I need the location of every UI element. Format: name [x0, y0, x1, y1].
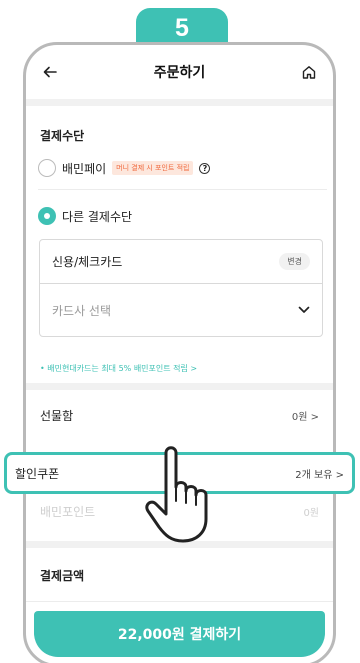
gift-box-label: 선물함 — [40, 409, 74, 423]
card-type-row[interactable]: 신용/체크카드 변경 — [40, 240, 322, 284]
card-company-select[interactable]: 카드사 선택 — [40, 284, 322, 336]
help-icon[interactable]: ? — [199, 162, 211, 174]
divider — [26, 601, 333, 602]
radio-unselected[interactable] — [38, 159, 56, 177]
home-icon[interactable] — [297, 60, 321, 84]
divider — [26, 383, 333, 390]
payment-method-title: 결제수단 — [40, 129, 85, 143]
pointing-hand-icon — [145, 446, 208, 543]
points-label: 배민포인트 — [40, 505, 96, 519]
page-title: 주문하기 — [153, 65, 206, 81]
benefit-note[interactable]: • 배민현대카드는 최대 5% 배민포인트 적립 > — [40, 363, 197, 374]
card-selection-box: 신용/체크카드 변경 카드사 선택 — [39, 239, 323, 337]
radio-selected[interactable] — [38, 207, 56, 225]
top-bar: 주문하기 — [26, 45, 333, 99]
baemin-pay-label: 배민페이 — [62, 161, 107, 176]
promo-badge: 머니 결제 시 포인트 적립 — [112, 161, 194, 175]
card-type-value: 신용/체크카드 — [52, 255, 123, 269]
divider — [26, 99, 333, 106]
change-button[interactable]: 변경 — [279, 253, 310, 270]
baemin-pay-option[interactable]: 배민페이 머니 결제 시 포인트 적립 ? — [38, 159, 211, 177]
pay-button[interactable]: 22,000원 결제하기 — [34, 611, 325, 657]
phone-frame: 주문하기 결제수단 배민페이 머니 결제 시 포인트 적립 ? 다른 결제수단 … — [23, 42, 336, 663]
coupon-value: 2개 보유 > — [295, 469, 344, 481]
gift-box-value: 0원 > — [291, 412, 319, 423]
arrow-left-icon[interactable] — [38, 60, 62, 84]
other-payment-option[interactable]: 다른 결제수단 — [38, 207, 132, 225]
other-payment-label: 다른 결제수단 — [62, 209, 133, 224]
points-value: 0원 — [303, 508, 319, 519]
divider — [38, 189, 327, 190]
card-company-placeholder: 카드사 선택 — [52, 303, 112, 318]
chevron-down-icon — [298, 303, 310, 317]
coupon-label: 할인쿠폰 — [15, 466, 60, 481]
gift-box-row[interactable]: 선물함 0원 > — [40, 407, 319, 424]
payment-amount-title: 결제금액 — [40, 569, 85, 583]
